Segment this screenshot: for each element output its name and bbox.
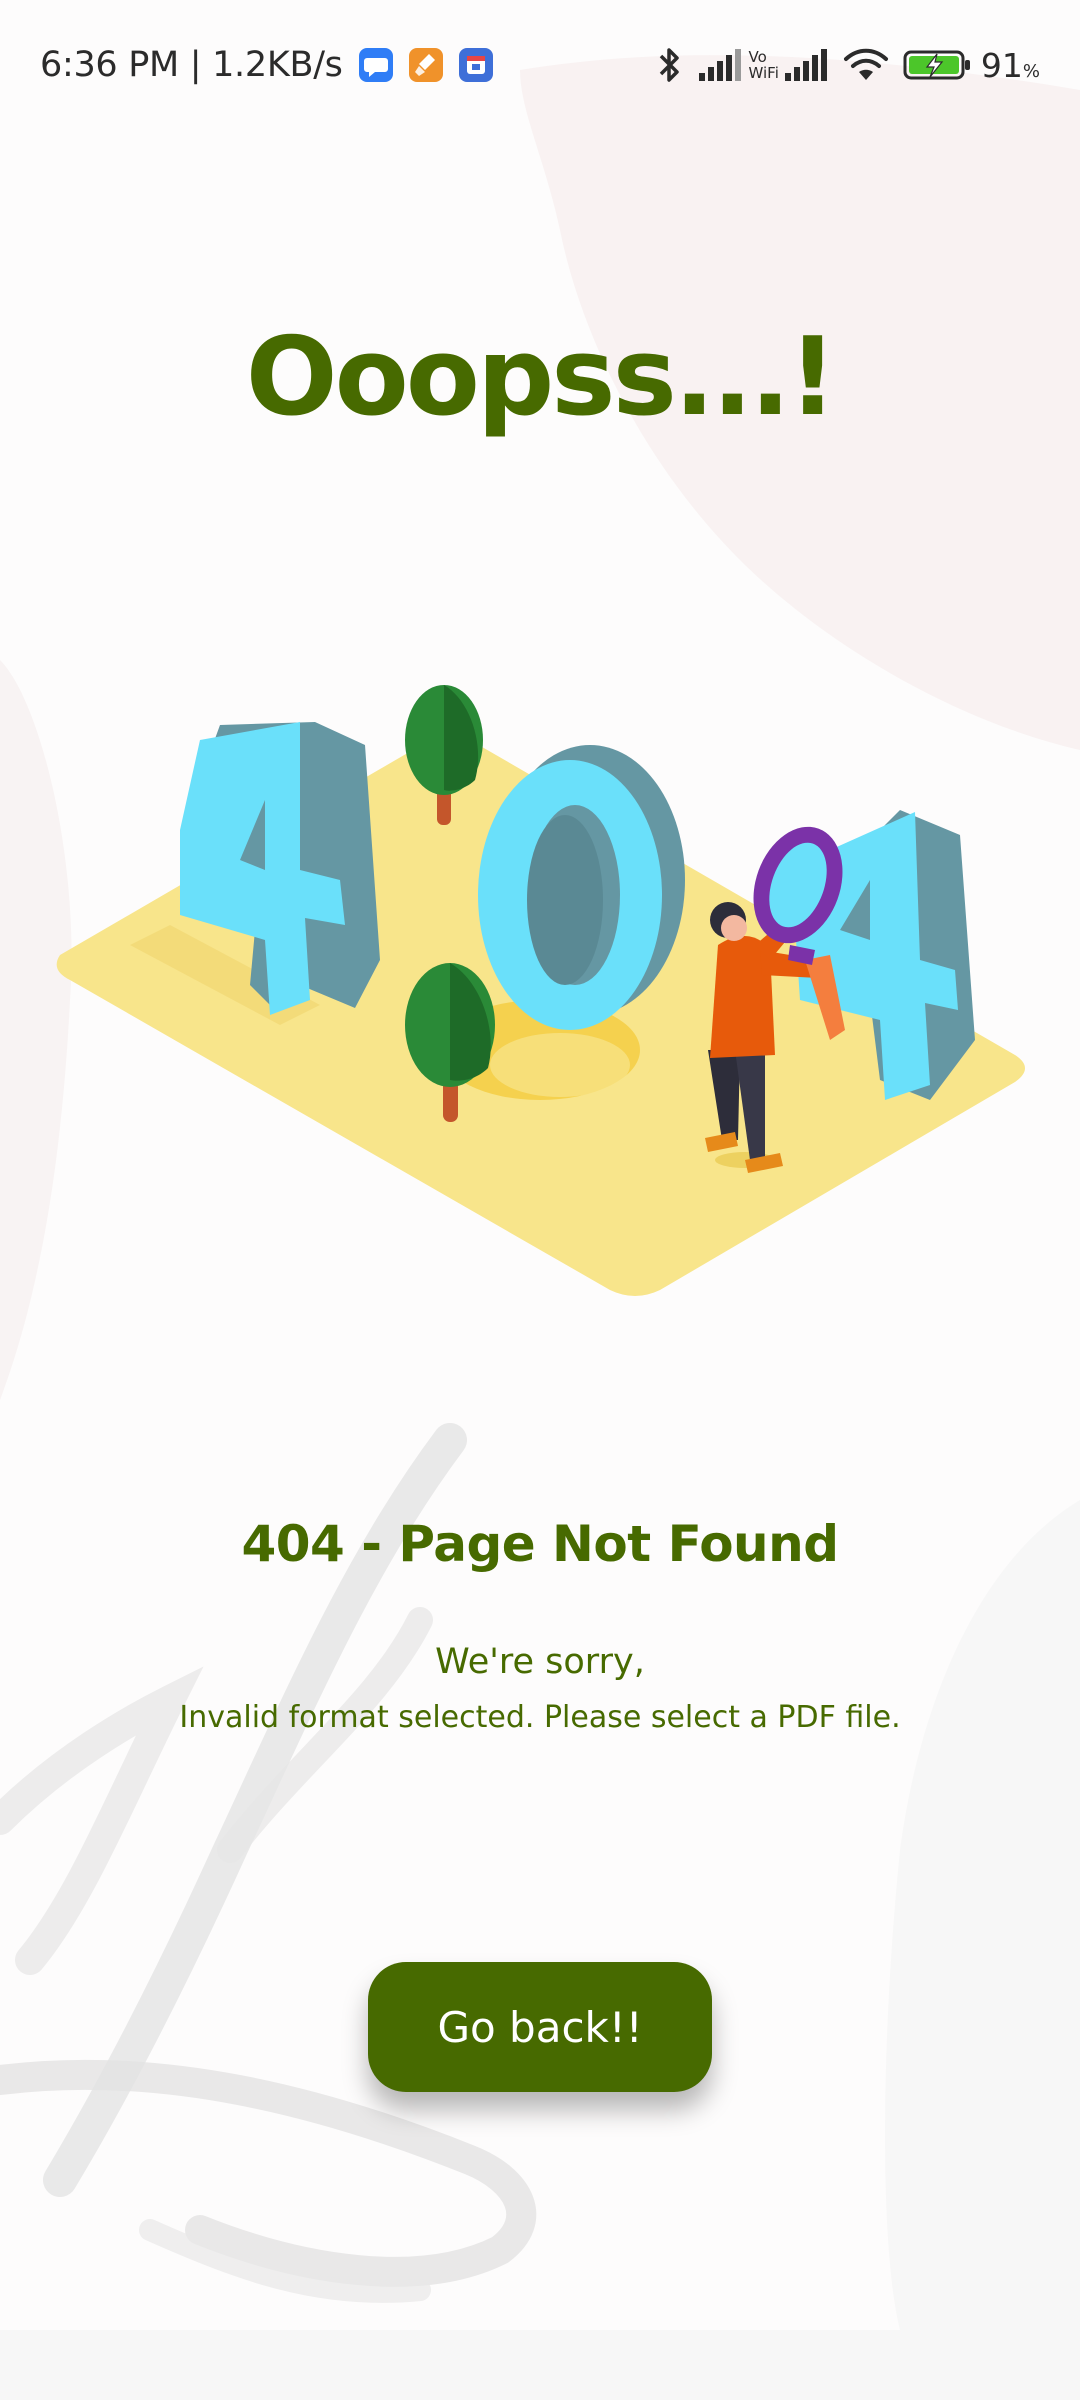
- messages-icon: [358, 48, 393, 82]
- status-bar: 6:36 PM | 1.2KB/s Vo WiFi 91%: [0, 0, 1080, 130]
- 404-illustration: [56, 685, 1025, 1296]
- vowifi-icon: Vo WiFi: [749, 49, 779, 81]
- error-message: Invalid format selected. Please select a…: [179, 1700, 901, 1735]
- error-heading: 404 - Page Not Found: [241, 1515, 839, 1573]
- battery-percent-unit: %: [1022, 60, 1040, 82]
- vowifi-top-label: Vo: [748, 48, 767, 66]
- signal-icon: [697, 47, 743, 83]
- status-bar-left: 6:36 PM | 1.2KB/s: [40, 40, 493, 90]
- status-bar-right: Vo WiFi 91%: [657, 40, 1040, 90]
- battery-charging-icon: [903, 47, 973, 83]
- bluetooth-icon: [657, 45, 683, 85]
- battery-percent: 91%: [981, 46, 1040, 85]
- cleaner-icon: [408, 48, 443, 82]
- battery-percent-value: 91: [980, 45, 1023, 85]
- page-title: Ooopss...!: [245, 315, 837, 440]
- not-found-screen: 6:36 PM | 1.2KB/s Vo WiFi 91% Ooopss...!…: [0, 0, 1080, 2400]
- apology-text: We're sorry,: [435, 1642, 645, 1682]
- status-time-speed: 6:36 PM | 1.2KB/s: [40, 45, 343, 85]
- calendar-icon: [458, 48, 493, 82]
- go-back-button[interactable]: Go back!!: [368, 1962, 712, 2092]
- wifi-icon: [843, 47, 889, 83]
- vowifi-bottom-label: WiFi: [748, 64, 779, 82]
- signal-icon: [783, 47, 829, 83]
